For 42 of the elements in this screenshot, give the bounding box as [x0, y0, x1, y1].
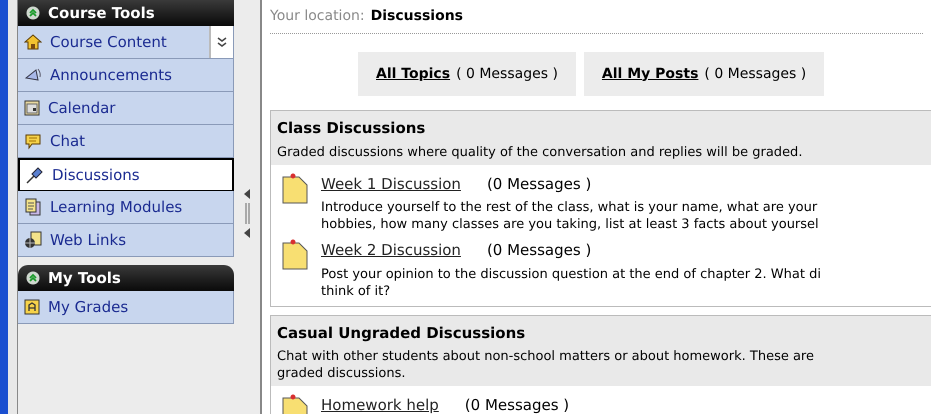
grade-icon — [24, 299, 40, 315]
double-chevron-icon — [217, 36, 227, 48]
category-title: Casual Ungraded Discussions — [277, 322, 526, 344]
pushpin-icon — [26, 166, 44, 184]
message-count: ( 0 Messages ) — [456, 64, 558, 84]
speech-bubble-icon — [24, 132, 42, 150]
category-title: Class Discussions — [277, 118, 426, 139]
summary-link[interactable]: All My Posts — [602, 64, 698, 84]
topic-description: Post your opinion to the discussion question at the end of chapter 2. What di think of it? — [321, 266, 821, 300]
topic-link[interactable]: Week 2 Discussion — [321, 239, 461, 262]
sidebar-group-title: Course Tools — [48, 2, 155, 24]
location-label: Your location: — [270, 7, 365, 26]
documents-icon — [24, 198, 42, 216]
note-icon — [281, 239, 309, 271]
sidebar-item[interactable]: Web Links — [18, 224, 234, 257]
category-description: Chat with other students about non-school matters or about homework. These are graded discussions. — [277, 348, 815, 382]
topic-description: Introduce yourself to the rest of the class, what is your name, what are your hobbies, how many classes are you taking, list at least 3 facts about yoursel — [321, 199, 819, 233]
topic-link[interactable]: Week 1 Discussion — [321, 172, 461, 195]
message-count: ( 0 Messages ) — [704, 64, 806, 84]
sidebar-item[interactable]: My Grades — [18, 291, 234, 324]
message-count: (0 Messages ) — [464, 395, 570, 414]
menu-button[interactable] — [209, 26, 233, 58]
note-icon — [281, 172, 309, 204]
house-icon — [24, 34, 42, 50]
collapse-icon[interactable] — [26, 271, 40, 285]
message-count: (0 Messages ) — [486, 240, 592, 261]
message-count: (0 Messages ) — [486, 174, 592, 194]
sidebar-item[interactable]: Course Content — [18, 26, 234, 59]
sidebar-item[interactable]: Learning Modules — [18, 191, 234, 224]
category-description: Graded discussions where quality of the conversation and replies will be graded. — [277, 144, 804, 160]
sidebar-item[interactable]: Announcements — [18, 59, 234, 92]
splitter-handle-icon[interactable] — [242, 188, 252, 240]
sidebar-group-title: My Tools — [48, 268, 121, 289]
sidebar-item[interactable]: Chat — [18, 125, 234, 158]
summary-link[interactable]: All Topics — [376, 64, 450, 84]
topic-link[interactable]: Homework help — [321, 394, 439, 414]
collapse-icon[interactable] — [26, 6, 40, 20]
sidebar-item[interactable]: Discussions — [18, 158, 234, 191]
sidebar-item[interactable]: Calendar — [18, 92, 234, 125]
calendar-icon — [24, 100, 40, 116]
location-current: Discussions — [370, 7, 464, 26]
globe-page-icon — [24, 231, 42, 249]
